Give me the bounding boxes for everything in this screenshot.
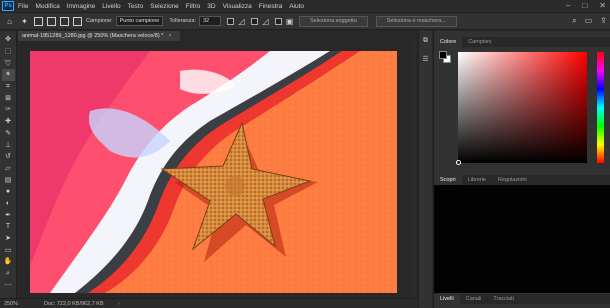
color-picker-field[interactable] bbox=[456, 52, 587, 165]
starfish-image bbox=[30, 51, 397, 293]
close-tab-icon[interactable]: × bbox=[168, 33, 171, 39]
photoshop-logo: Ps bbox=[2, 1, 14, 11]
menu-visualizza[interactable]: Visualizza bbox=[223, 3, 252, 10]
maximize-icon[interactable]: □ bbox=[582, 1, 587, 10]
hue-slider[interactable] bbox=[597, 52, 604, 163]
tolleranza-label: Tolleranza: bbox=[169, 18, 196, 24]
contiguous-icon: ◿ bbox=[262, 16, 269, 26]
menu-finestra[interactable]: Finestra bbox=[259, 3, 282, 10]
antialias-icon: ◿ bbox=[238, 16, 245, 26]
document-size: Doc: 722,0 KB/962,7 KB bbox=[44, 300, 104, 307]
workspace-icon[interactable]: ▭ bbox=[585, 16, 593, 26]
document-title: animal-1851289_1280.jpg @ 250% (Maschera… bbox=[22, 33, 164, 39]
learn-panel: Scopri Librerie Regolazioni bbox=[434, 175, 610, 293]
dodge-icon[interactable]: ◐ bbox=[2, 198, 15, 210]
add-selection-icon[interactable] bbox=[47, 16, 56, 26]
tab-livelli[interactable]: Livelli bbox=[434, 294, 460, 304]
learn-panel-tabs: Scopri Librerie Regolazioni bbox=[434, 175, 610, 185]
window-controls: – □ ✕ bbox=[566, 1, 606, 10]
minimize-icon[interactable]: – bbox=[566, 1, 570, 10]
vertical-scrollbar[interactable] bbox=[411, 41, 416, 298]
lasso-icon[interactable]: ➰ bbox=[2, 57, 15, 69]
brush-icon[interactable]: ✎ bbox=[2, 128, 15, 140]
frame-icon[interactable]: ⊠ bbox=[2, 92, 15, 104]
eyedropper-icon[interactable]: ✑ bbox=[2, 104, 15, 116]
more-tools-icon[interactable]: ⋯ bbox=[2, 279, 15, 291]
eraser-icon[interactable]: ▱ bbox=[2, 163, 15, 175]
menu-bar: Ps File Modifica Immagine Livello Testo … bbox=[0, 0, 610, 12]
tab-tracciati[interactable]: Tracciati bbox=[487, 294, 520, 304]
all-layers-icon: ▣ bbox=[285, 16, 294, 26]
menu-selezione[interactable]: Selezione bbox=[150, 3, 179, 10]
options-right-icons: ⌕ ▭ ⇪ bbox=[572, 16, 607, 26]
path-select-icon[interactable]: ➤ bbox=[2, 233, 15, 245]
collapsed-panels-strip: ⧉ ☰ bbox=[418, 31, 432, 308]
foreground-color-swatch[interactable] bbox=[439, 51, 447, 59]
select-subject-button[interactable]: Seleziona soggetto bbox=[298, 15, 368, 27]
pen-icon[interactable]: ✒ bbox=[2, 209, 15, 221]
shape-icon[interactable]: ▭ bbox=[2, 244, 15, 256]
history-brush-icon[interactable]: ↺ bbox=[2, 151, 15, 163]
properties-panel-icon[interactable]: ☰ bbox=[422, 55, 428, 63]
all-layers-checkbox[interactable] bbox=[274, 17, 282, 25]
marquee-icon[interactable]: ⬚ bbox=[2, 46, 15, 58]
menu-livello[interactable]: Livello bbox=[102, 3, 120, 10]
tab-canali[interactable]: Canali bbox=[460, 294, 488, 304]
tab-regolazioni[interactable]: Regolazioni bbox=[492, 175, 533, 185]
document-tab[interactable]: animal-1851289_1280.jpg @ 250% (Maschera… bbox=[18, 31, 180, 41]
magic-wand-preset-icon[interactable]: ✦ bbox=[19, 16, 30, 27]
stamp-icon[interactable]: ⊥ bbox=[2, 139, 15, 151]
type-icon[interactable]: T bbox=[2, 221, 15, 233]
menu-filtro[interactable]: Filtro bbox=[186, 3, 200, 10]
campione-select[interactable]: Punto campione bbox=[115, 16, 164, 26]
gradient-icon[interactable]: ▤ bbox=[2, 174, 15, 186]
options-bar: ⌂ ✦ Campione: Punto campione Tolleranza:… bbox=[0, 12, 610, 30]
menu-immagine[interactable]: Immagine bbox=[67, 3, 96, 10]
tab-librerie[interactable]: Librerie bbox=[462, 175, 492, 185]
zoom-level[interactable]: 250% bbox=[4, 301, 44, 307]
subtract-selection-icon[interactable] bbox=[60, 16, 69, 26]
tab-campioni[interactable]: Campioni bbox=[462, 37, 497, 47]
zoom-icon[interactable]: ⌕ bbox=[2, 268, 15, 280]
select-mask-button[interactable]: Seleziona e maschera... bbox=[375, 15, 457, 27]
menu-3d[interactable]: 3D bbox=[207, 3, 215, 10]
home-icon[interactable]: ⌂ bbox=[4, 16, 15, 27]
menu-aiuto[interactable]: Aiuto bbox=[289, 3, 304, 10]
document-image[interactable] bbox=[30, 51, 397, 293]
healing-icon[interactable]: ✚ bbox=[2, 116, 15, 128]
magic-wand-icon[interactable]: ✶ bbox=[1, 69, 15, 81]
layers-panel: Livelli Canali Tracciati bbox=[434, 294, 610, 308]
menu-modifica[interactable]: Modifica bbox=[35, 3, 59, 10]
close-icon[interactable]: ✕ bbox=[599, 1, 606, 10]
tools-panel: ✥ ⬚ ➰ ✶ ⌗ ⊠ ✑ ✚ ✎ ⊥ ↺ ▱ ▤ ● ◐ ✒ T ➤ ▭ ✋ … bbox=[0, 31, 17, 298]
layers-panel-tabs: Livelli Canali Tracciati bbox=[434, 294, 610, 304]
tab-colore[interactable]: Colore bbox=[434, 37, 463, 47]
hand-icon[interactable]: ✋ bbox=[2, 256, 15, 268]
menu-testo[interactable]: Testo bbox=[128, 3, 144, 10]
contiguous-checkbox[interactable] bbox=[250, 17, 258, 25]
antialias-checkbox[interactable] bbox=[226, 17, 234, 25]
search-icon[interactable]: ⌕ bbox=[572, 16, 576, 26]
new-selection-icon[interactable] bbox=[34, 16, 43, 26]
move-icon[interactable]: ✥ bbox=[2, 34, 15, 46]
tab-scopri[interactable]: Scopri bbox=[434, 175, 462, 185]
intersect-selection-icon[interactable] bbox=[73, 16, 82, 26]
history-panel-icon[interactable]: ⧉ bbox=[423, 37, 428, 45]
blur-icon[interactable]: ● bbox=[2, 186, 15, 198]
menu-file[interactable]: File bbox=[18, 3, 28, 10]
campione-label: Campione: bbox=[86, 18, 113, 24]
color-panel: Colore Campioni bbox=[434, 37, 610, 174]
canvas-area[interactable] bbox=[18, 41, 410, 298]
right-panels: Colore Campioni Scopri Librerie Regolazi… bbox=[433, 31, 610, 308]
status-bar: 250% Doc: 722,0 KB/962,7 KB › bbox=[0, 298, 420, 308]
learn-panel-body bbox=[434, 185, 610, 293]
color-picker-cursor[interactable] bbox=[456, 160, 461, 165]
crop-icon[interactable]: ⌗ bbox=[2, 81, 15, 93]
share-icon[interactable]: ⇪ bbox=[600, 16, 607, 26]
color-panel-tabs: Colore Campioni bbox=[434, 37, 610, 47]
tolleranza-input[interactable]: 32 bbox=[198, 16, 221, 26]
status-menu-icon[interactable]: › bbox=[118, 301, 120, 307]
